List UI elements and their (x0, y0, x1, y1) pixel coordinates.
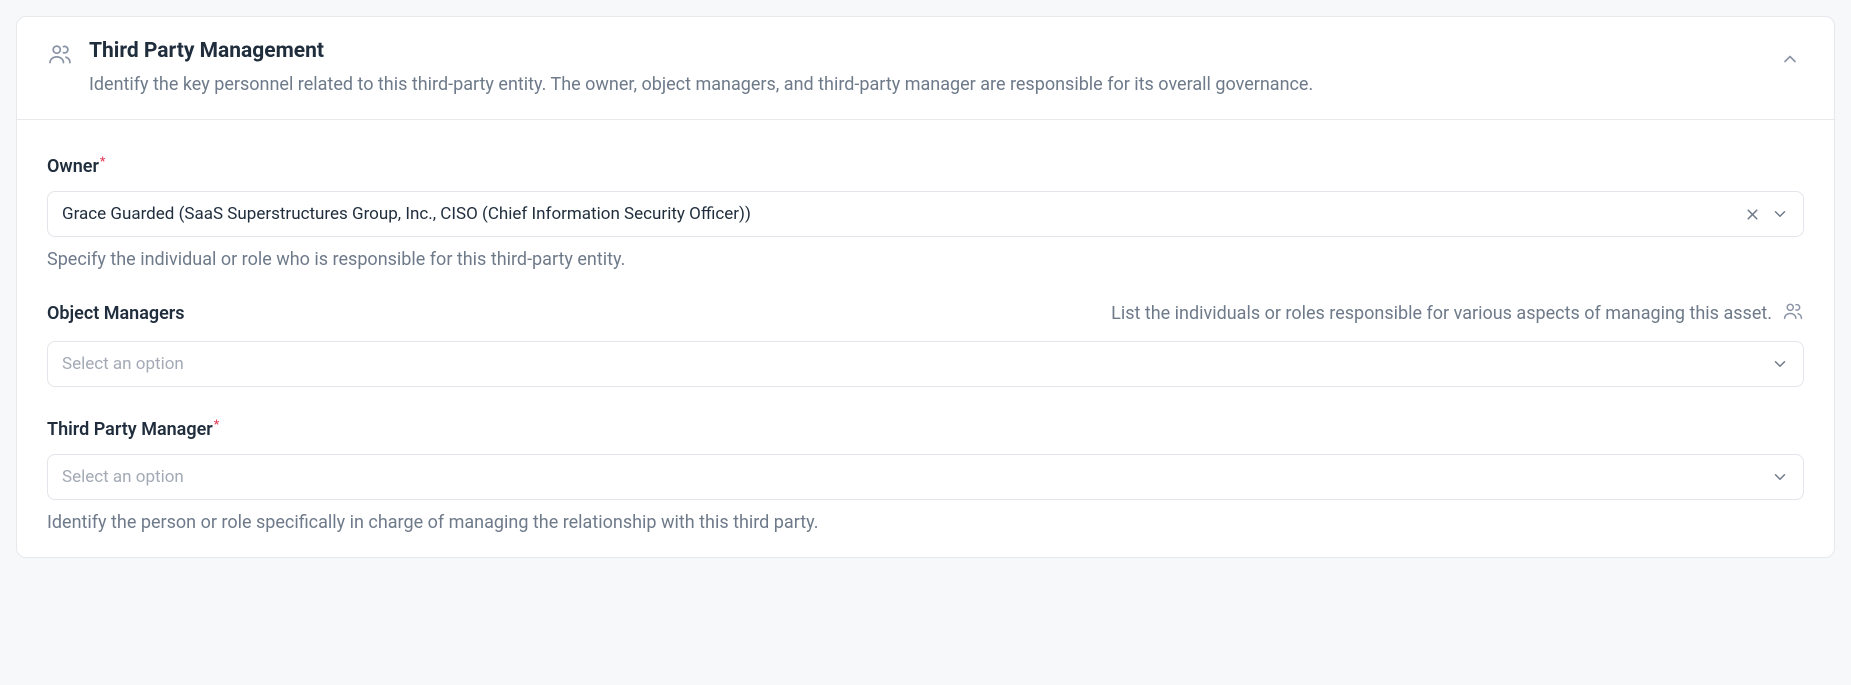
card-header: Third Party Management Identify the key … (17, 17, 1834, 120)
owner-dropdown-toggle[interactable] (1771, 205, 1789, 223)
chevron-down-icon (1771, 205, 1789, 223)
chevron-down-icon (1771, 468, 1789, 486)
third-party-manager-select[interactable]: Select an option (47, 454, 1804, 500)
third-party-manager-help-text: Identify the person or role specifically… (47, 512, 1804, 533)
owner-label-text: Owner (47, 156, 99, 177)
owner-field: Owner* Grace Guarded (SaaS Superstructur… (47, 154, 1804, 270)
third-party-manager-dropdown-toggle[interactable] (1771, 468, 1789, 486)
owner-clear-button[interactable] (1744, 206, 1761, 223)
third-party-manager-field: Third Party Manager* Select an option Id… (47, 417, 1804, 533)
object-managers-inline-help: List the individuals or roles responsibl… (1111, 300, 1804, 327)
owner-select-value: Grace Guarded (SaaS Superstructures Grou… (62, 204, 1744, 224)
close-icon (1744, 206, 1761, 223)
third-party-manager-label: Third Party Manager* (47, 417, 219, 440)
required-mark: * (214, 417, 219, 431)
collapse-button[interactable] (1776, 45, 1804, 73)
required-mark: * (100, 154, 105, 168)
owner-help-text: Specify the individual or role who is re… (47, 249, 1804, 270)
object-managers-field: Object Managers List the individuals or … (47, 300, 1804, 387)
object-managers-select[interactable]: Select an option (47, 341, 1804, 387)
third-party-manager-label-text: Third Party Manager (47, 419, 213, 440)
third-party-management-card: Third Party Management Identify the key … (16, 16, 1835, 558)
card-title: Third Party Management (89, 39, 1776, 64)
team-icon (1782, 300, 1804, 327)
card-subtitle: Identify the key personnel related to th… (89, 72, 1776, 97)
owner-label: Owner* (47, 154, 105, 177)
object-managers-label: Object Managers (47, 303, 185, 324)
chevron-down-icon (1771, 355, 1789, 373)
third-party-manager-placeholder: Select an option (62, 467, 1771, 487)
chevron-up-icon (1780, 49, 1800, 69)
team-icon (47, 41, 73, 71)
object-managers-inline-help-text: List the individuals or roles responsibl… (1111, 303, 1772, 324)
owner-select[interactable]: Grace Guarded (SaaS Superstructures Grou… (47, 191, 1804, 237)
card-body: Owner* Grace Guarded (SaaS Superstructur… (17, 120, 1834, 557)
object-managers-dropdown-toggle[interactable] (1771, 355, 1789, 373)
object-managers-placeholder: Select an option (62, 354, 1771, 374)
